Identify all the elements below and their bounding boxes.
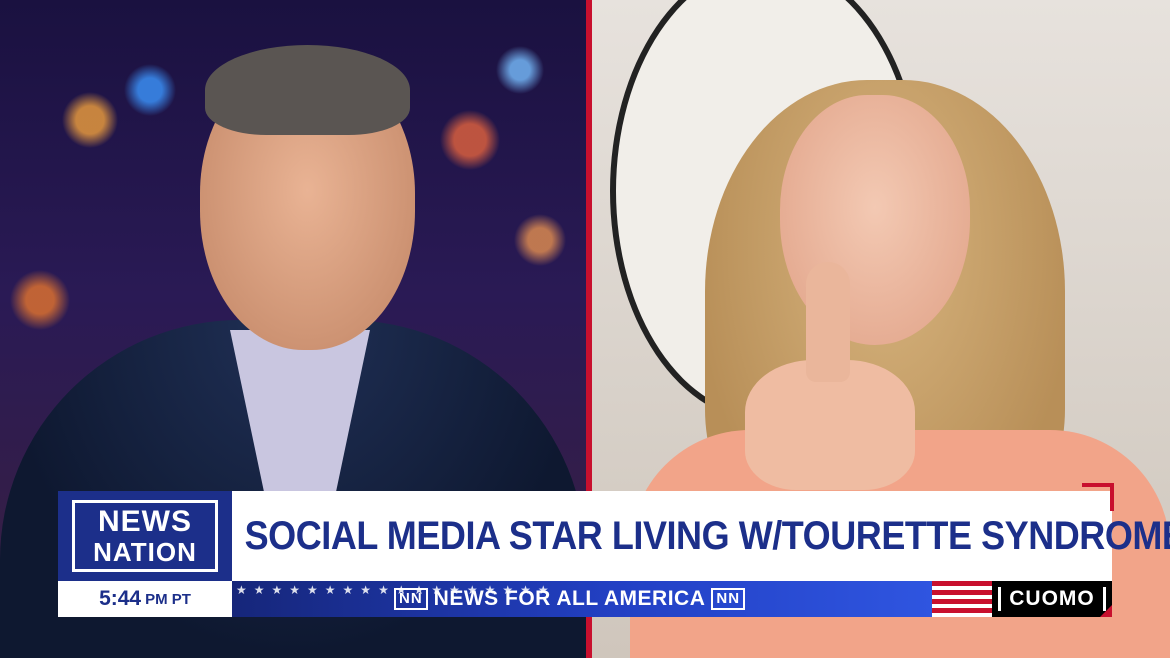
show-name-box: CUOMO (992, 581, 1112, 617)
lower-third-banner: NEWS NATION SOCIAL MEDIA STAR LIVING W/T… (58, 483, 1170, 627)
stars-decoration: ★★★★★★★★★★★★★★★★★★ (236, 583, 556, 597)
tagline-bar: ★★★★★★★★★★★★★★★★★★ NN NEWS FOR ALL AMERI… (232, 581, 932, 617)
tagline-text: NEWS FOR ALL AMERICA (433, 587, 706, 610)
show-corner-accent (1100, 605, 1112, 617)
flag-stripes (932, 581, 992, 617)
logo-text-news: NEWS (98, 505, 192, 538)
headline-box: SOCIAL MEDIA STAR LIVING W/TOURETTE SYND… (232, 483, 1170, 581)
clock-time: 5:44 (99, 587, 142, 610)
guest-finger (806, 262, 850, 382)
newsnation-logo: NEWS NATION (58, 491, 232, 581)
headline-text: SOCIAL MEDIA STAR LIVING W/TOURETTE SYND… (244, 513, 1170, 558)
nn-logo-icon: NN (394, 588, 428, 610)
nn-logo-icon: NN (711, 588, 746, 610)
clock-suffix: PM PT (145, 590, 191, 608)
tagline-content: NN NEWS FOR ALL AMERICA NN (394, 581, 746, 617)
corner-accent (1082, 483, 1114, 511)
show-name: CUOMO (998, 587, 1106, 611)
logo-text-nation: NATION (93, 537, 197, 567)
logo-frame: NEWS NATION (72, 500, 218, 572)
clock: 5:44 PM PT (58, 581, 232, 617)
ticker-row: 5:44 PM PT ★★★★★★★★★★★★★★★★★★ NN NEWS FO… (58, 581, 1112, 617)
host-hair (205, 45, 410, 135)
